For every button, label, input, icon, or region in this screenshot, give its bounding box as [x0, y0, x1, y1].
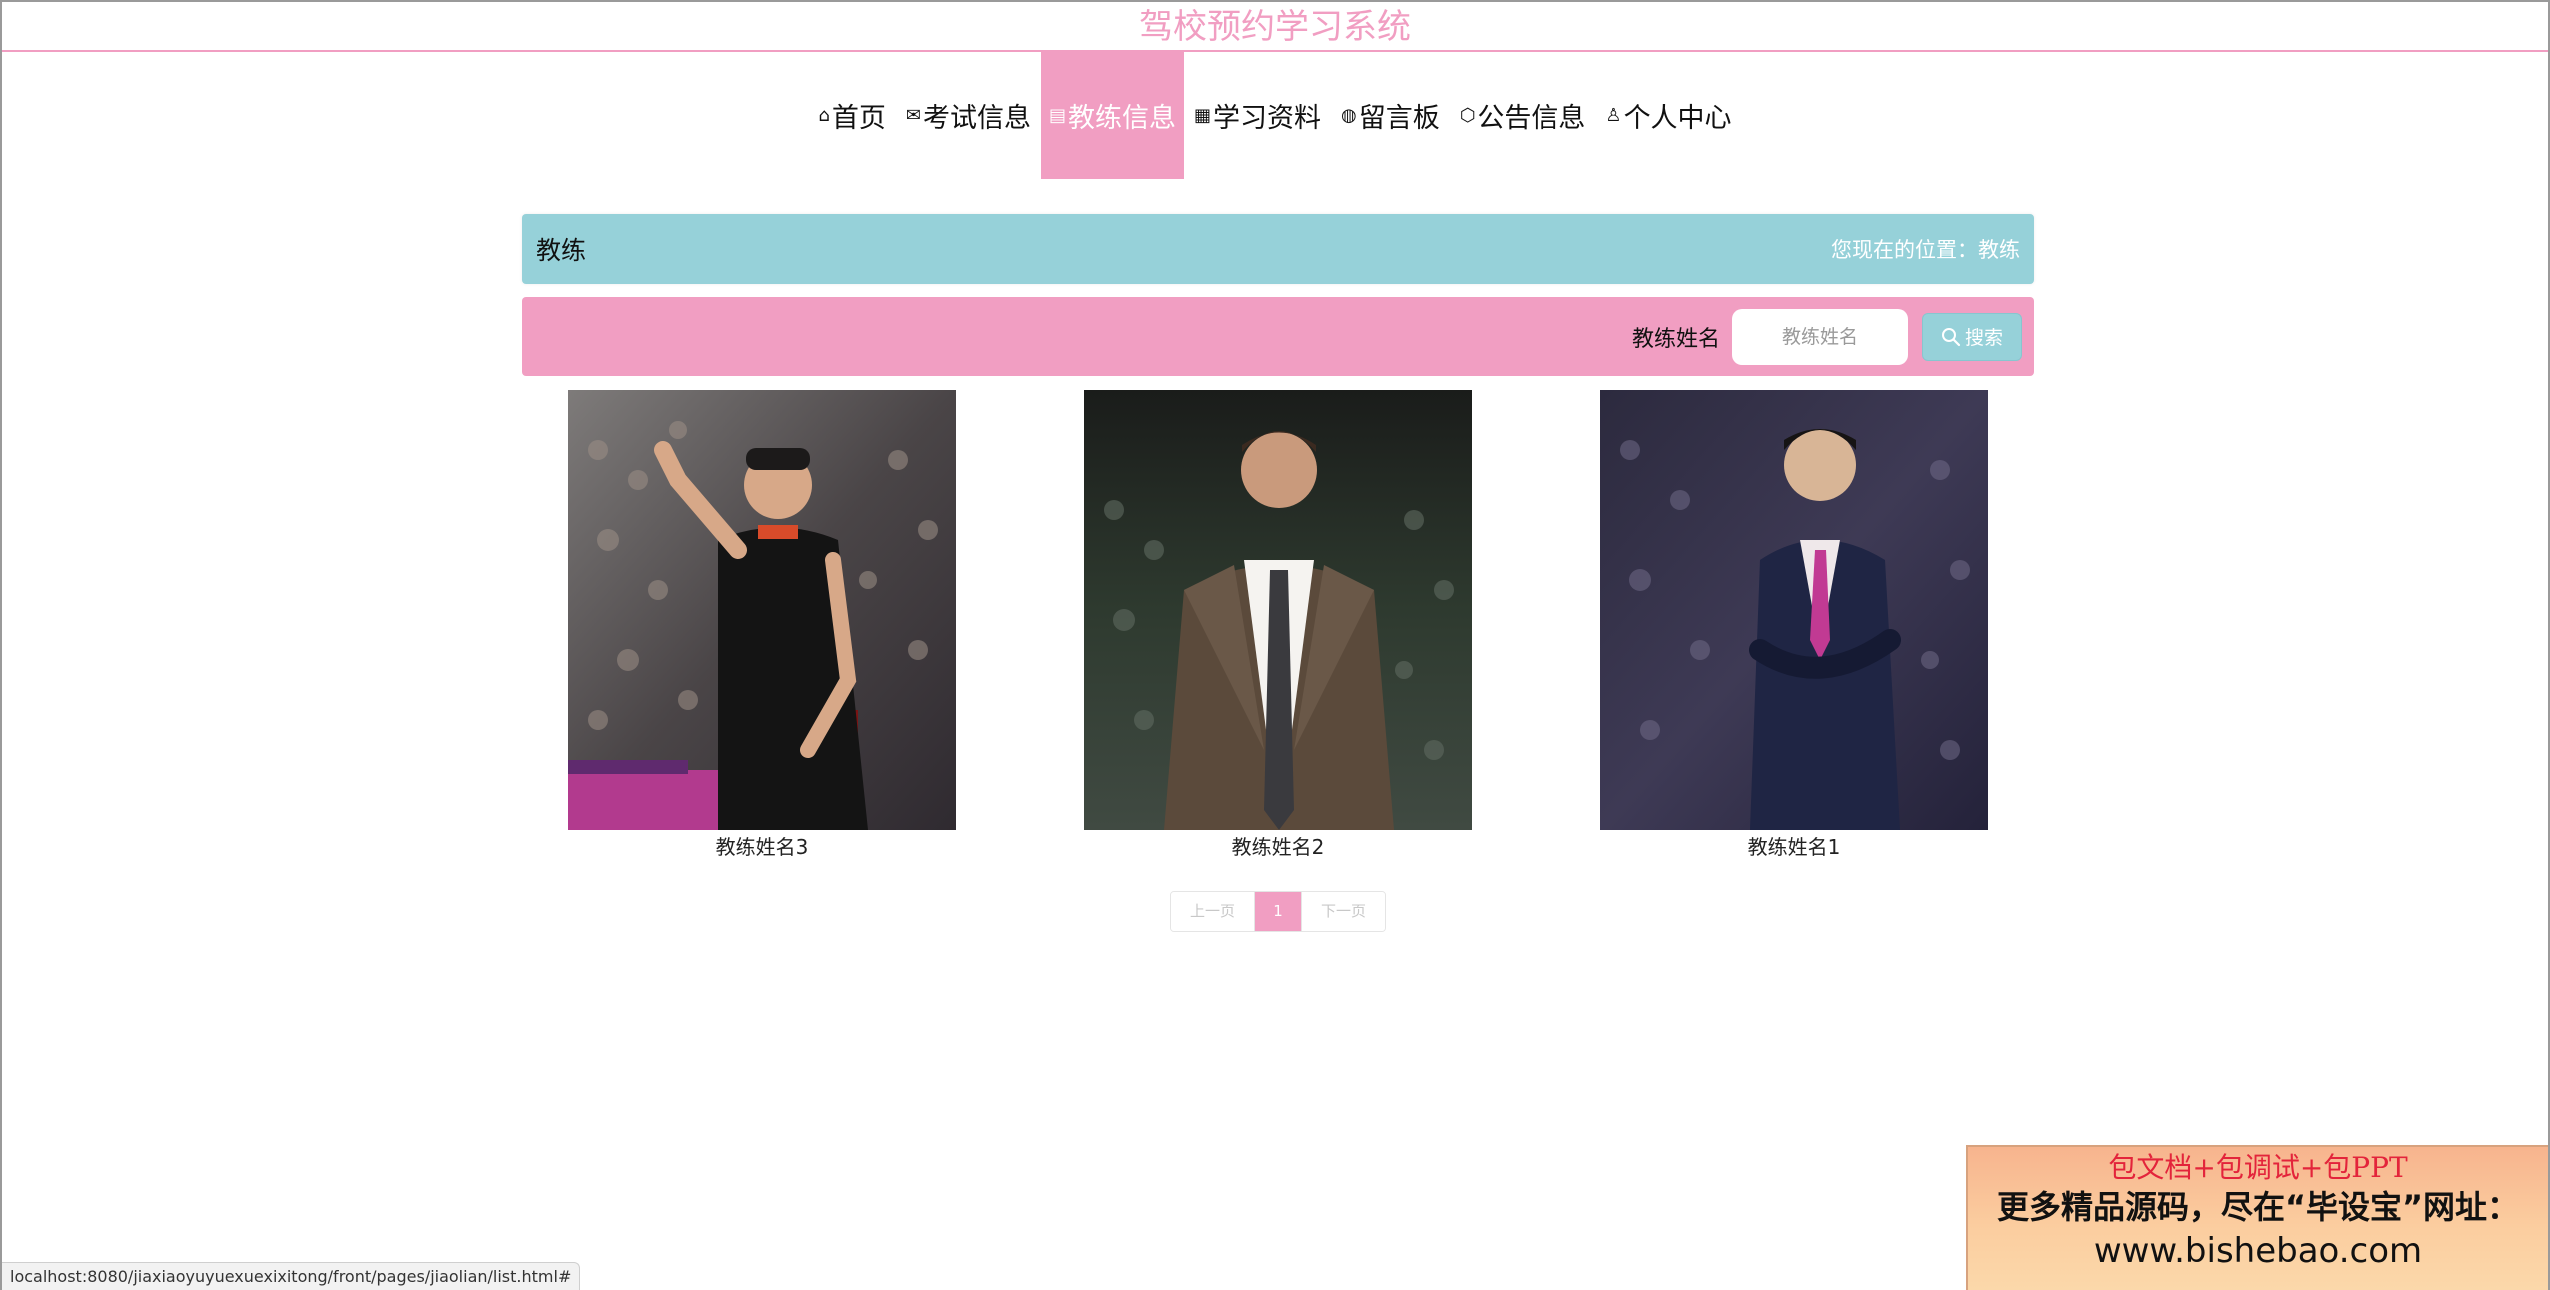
search-button[interactable]: 搜索	[1922, 312, 2022, 361]
section-banner: 教练 您现在的位置：教练	[522, 214, 2034, 284]
mail-icon: ✉	[905, 104, 921, 126]
coach-card[interactable]: 教练姓名3	[568, 390, 956, 860]
nav-item-home[interactable]: ⌂ 首页	[808, 52, 895, 179]
ad-line-2: 更多精品源码，尽在“毕设宝”网址：	[1996, 1188, 2520, 1226]
search-button-label: 搜索	[1964, 327, 2003, 349]
search-bar: 教练姓名 搜索	[522, 297, 2034, 376]
nav-item-exam-info[interactable]: ✉ 考试信息	[896, 52, 1041, 179]
page-number-button[interactable]: 1	[1255, 892, 1301, 931]
next-page-button[interactable]: 下一页	[1301, 892, 1385, 931]
ad-line-1: 包文档+包调试+包PPT	[2108, 1151, 2408, 1184]
coach-name[interactable]: 教练姓名2	[1084, 834, 1472, 860]
nav-item-personal-center[interactable]: ♙ 个人中心	[1595, 52, 1741, 179]
globe-icon: ◍	[1340, 104, 1357, 126]
page: 驾校预约学习系统 ⌂ 首页 ✉ 考试信息 ▤ 教练信息 ▦ 学习资料 ◍ 留言板…	[0, 0, 2550, 1290]
coach-name[interactable]: 教练姓名3	[568, 834, 956, 860]
prev-page-button[interactable]: 上一页	[1171, 892, 1255, 931]
breadcrumb: 您现在的位置：教练	[1831, 238, 2020, 262]
nav-item-announcements[interactable]: ⬡ 公告信息	[1450, 52, 1596, 179]
coach-photo[interactable]	[1600, 390, 1988, 830]
coach-name[interactable]: 教练姓名1	[1600, 834, 1988, 860]
user-icon: ♙	[1605, 104, 1622, 126]
nav-item-label: 公告信息	[1477, 103, 1586, 134]
coach-photo[interactable]	[568, 390, 956, 830]
status-bar-url: localhost:8080/jiaxiaoyuyuexuexixitong/f…	[2, 1262, 581, 1290]
nav-item-study-materials[interactable]: ▦ 学习资料	[1184, 52, 1331, 179]
box-icon: ⬡	[1459, 104, 1476, 126]
grid-icon: ▦	[1193, 104, 1211, 126]
search-label: 教练姓名	[1631, 326, 1720, 352]
nav-item-coach-info[interactable]: ▤ 教练信息	[1040, 52, 1184, 179]
coach-name-input[interactable]	[1732, 308, 1908, 365]
nav-item-label: 首页	[831, 103, 886, 134]
coach-card[interactable]: 教练姓名1	[1600, 390, 1988, 860]
coach-card[interactable]: 教练姓名2	[1084, 390, 1472, 860]
nav-item-message-board[interactable]: ◍ 留言板	[1331, 52, 1450, 179]
site-title: 驾校预约学习系统	[2, 2, 2548, 52]
ad-banner[interactable]: 包文档+包调试+包PPT 更多精品源码，尽在“毕设宝”网址： www.bishe…	[1966, 1145, 2548, 1290]
calendar-icon: ▤	[1048, 104, 1066, 126]
coach-list: 教练姓名3 教练姓名2 教练姓名1	[522, 390, 2034, 870]
search-icon	[1941, 327, 1961, 346]
pagination: 上一页 1 下一页	[1170, 891, 1386, 932]
nav-item-label: 学习资料	[1212, 103, 1321, 134]
nav-item-label: 个人中心	[1623, 103, 1732, 134]
nav-item-label: 留言板	[1358, 103, 1440, 134]
nav-item-label: 教练信息	[1067, 103, 1176, 134]
main-nav: ⌂ 首页 ✉ 考试信息 ▤ 教练信息 ▦ 学习资料 ◍ 留言板 ⬡ 公告信息 ♙…	[2, 52, 2548, 179]
section-title: 教练	[536, 236, 587, 265]
ad-line-3: www.bishebao.com	[2093, 1231, 2423, 1271]
home-icon: ⌂	[818, 104, 830, 126]
coach-photo[interactable]	[1084, 390, 1472, 830]
nav-item-label: 考试信息	[922, 103, 1031, 134]
